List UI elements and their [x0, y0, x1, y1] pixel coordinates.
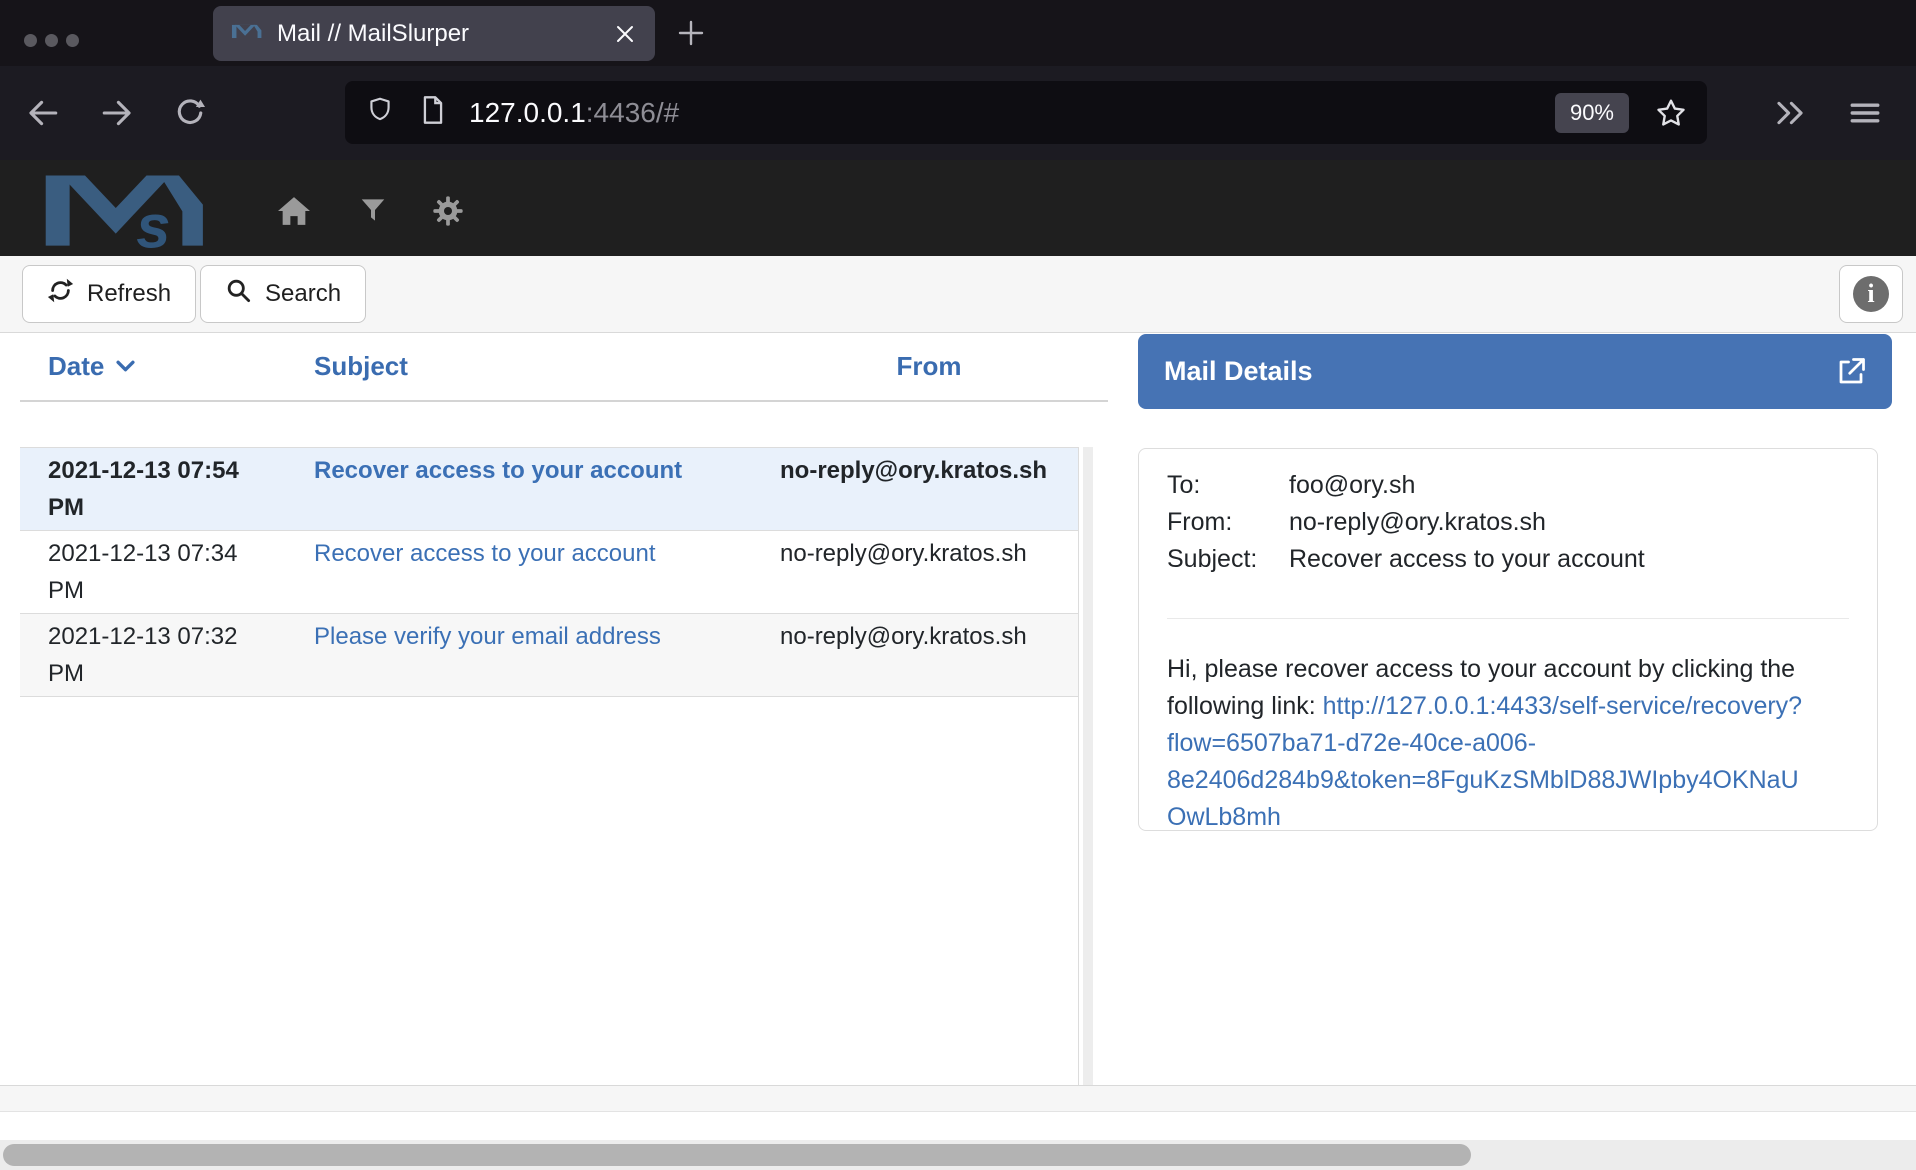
mail-details-title: Mail Details: [1164, 356, 1313, 387]
mail-list: 2021-12-13 07:54 PM Recover access to yo…: [20, 447, 1078, 697]
screenshot-root: Mail // MailSlurper: [0, 0, 1916, 1170]
url-host: 127.0.0.1: [469, 97, 586, 128]
refresh-icon: [47, 277, 74, 311]
field-to-label: To:: [1167, 467, 1289, 504]
action-toolbar: Refresh Search i: [0, 256, 1916, 333]
mail-details-header: Mail Details: [1138, 334, 1892, 409]
refresh-button-label: Refresh: [87, 280, 171, 308]
reload-icon[interactable]: [173, 96, 207, 130]
search-button-label: Search: [265, 280, 341, 308]
tab-title: Mail // MailSlurper: [277, 20, 469, 48]
field-to-value: foo@ory.sh: [1289, 467, 1415, 504]
sort-chevron-down-icon: [116, 360, 135, 373]
external-link-icon[interactable]: [1836, 357, 1866, 387]
zoom-level-badge[interactable]: 90%: [1555, 93, 1629, 133]
window-control-dot[interactable]: [45, 34, 58, 47]
shield-icon[interactable]: [365, 95, 395, 130]
mail-from: no-reply@ory.kratos.sh: [780, 618, 1078, 692]
url-bar[interactable]: 127.0.0.1:4436/# 90%: [345, 81, 1707, 144]
field-to: To: foo@ory.sh: [1167, 467, 1849, 504]
browser-tab-bar: Mail // MailSlurper: [0, 0, 1916, 66]
mail-subject-link[interactable]: Recover access to your account: [314, 457, 682, 484]
mail-date: 2021-12-13 07:32 PM: [20, 618, 268, 692]
mail-date: 2021-12-13 07:54 PM: [20, 452, 268, 526]
mail-subject-link[interactable]: Recover access to your account: [314, 540, 656, 567]
overflow-chevrons-icon[interactable]: [1772, 96, 1808, 130]
field-subject-label: Subject:: [1167, 541, 1289, 578]
tab-favicon-mailslurper-icon: [231, 23, 263, 44]
footer-strip: [0, 1086, 1916, 1112]
list-vertical-scrollbar-track: [1083, 447, 1093, 1085]
svg-text:s: s: [136, 192, 170, 249]
filter-funnel-icon[interactable]: [358, 195, 388, 225]
url-text: 127.0.0.1:4436/#: [469, 97, 679, 129]
tab-close-icon[interactable]: [613, 22, 637, 46]
mailslurper-navbar: s: [0, 160, 1916, 256]
card-divider: [1167, 618, 1849, 619]
mail-subject: Recover access to your account: [268, 535, 780, 609]
main-content: Date Subject From 2021-12-13 07:54 PM Re…: [0, 333, 1916, 1085]
field-from-label: From:: [1167, 504, 1289, 541]
info-circle-icon: i: [1853, 276, 1889, 312]
mail-subject: Please verify your email address: [268, 618, 780, 692]
list-panel-right-border: [1078, 447, 1079, 1085]
window-control-dot[interactable]: [66, 34, 79, 47]
gear-icon[interactable]: [432, 195, 464, 227]
field-from: From: no-reply@ory.kratos.sh: [1167, 504, 1849, 541]
home-icon[interactable]: [276, 195, 312, 227]
mail-row[interactable]: 2021-12-13 07:32 PM Please verify your e…: [20, 613, 1078, 697]
browser-nav-toolbar: 127.0.0.1:4436/# 90%: [0, 66, 1916, 160]
new-tab-plus-icon[interactable]: [676, 18, 706, 48]
page-info-icon[interactable]: [419, 95, 447, 130]
forward-icon[interactable]: [100, 96, 134, 130]
field-from-value: no-reply@ory.kratos.sh: [1289, 504, 1546, 541]
mail-date: 2021-12-13 07:34 PM: [20, 535, 268, 609]
field-subject-value: Recover access to your account: [1289, 541, 1645, 578]
bookmark-star-icon[interactable]: [1655, 97, 1687, 129]
mail-row[interactable]: 2021-12-13 07:34 PM Recover access to yo…: [20, 530, 1078, 613]
mail-row-selected[interactable]: 2021-12-13 07:54 PM Recover access to yo…: [20, 447, 1078, 530]
back-icon[interactable]: [26, 96, 60, 130]
url-suffix: :4436/#: [586, 97, 679, 128]
mail-body: Hi, please recover access to your accoun…: [1167, 651, 1807, 836]
column-date-label: Date: [48, 351, 104, 382]
column-header-from: From: [780, 351, 1078, 382]
mail-subject-link[interactable]: Please verify your email address: [314, 623, 661, 650]
column-header-date[interactable]: Date: [20, 351, 268, 382]
menu-hamburger-icon[interactable]: [1848, 96, 1882, 130]
browser-tab[interactable]: Mail // MailSlurper: [213, 6, 655, 61]
mail-details-card: To: foo@ory.sh From: no-reply@ory.kratos…: [1138, 448, 1878, 831]
mail-list-header: Date Subject From: [20, 333, 1108, 402]
refresh-button[interactable]: Refresh: [22, 265, 196, 323]
search-icon: [225, 277, 252, 311]
column-header-subject: Subject: [268, 351, 780, 382]
mail-from: no-reply@ory.kratos.sh: [780, 535, 1078, 609]
search-button[interactable]: Search: [200, 265, 366, 323]
mailslurper-logo[interactable]: s: [26, 167, 226, 254]
window-control-dot[interactable]: [24, 34, 37, 47]
mail-from: no-reply@ory.kratos.sh: [780, 452, 1078, 526]
horizontal-scrollbar-track: [0, 1140, 1916, 1170]
horizontal-scrollbar-thumb[interactable]: [3, 1144, 1471, 1166]
field-subject: Subject: Recover access to your account: [1167, 541, 1849, 578]
info-button[interactable]: i: [1839, 265, 1903, 323]
mail-subject: Recover access to your account: [268, 452, 780, 526]
